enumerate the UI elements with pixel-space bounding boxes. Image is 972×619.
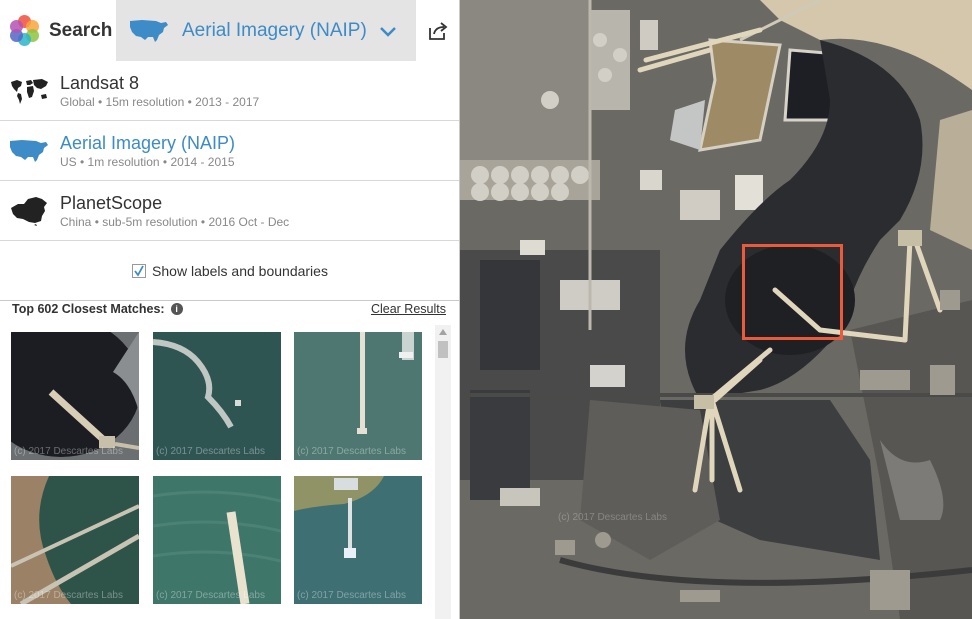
chevron-down-icon[interactable]	[375, 21, 401, 41]
descartes-logo-icon	[9, 15, 40, 46]
result-thumbnail[interactable]: (c) 2017 Descartes Labs	[11, 476, 139, 604]
share-button[interactable]	[415, 0, 459, 61]
checkmark-icon	[134, 265, 144, 277]
watermark: (c) 2017 Descartes Labs	[156, 446, 265, 457]
world-map-icon	[11, 78, 48, 104]
result-thumbnail[interactable]: (c) 2017 Descartes Labs	[153, 332, 281, 460]
map-view[interactable]: (c) 2017 Descartes Labs	[460, 0, 972, 619]
layer-description: US • 1m resolution • 2014 - 2015	[60, 154, 235, 169]
results-grid: (c) 2017 Descartes Labs (c) 2017 Descart…	[11, 332, 426, 619]
result-thumbnail[interactable]: (c) 2017 Descartes Labs	[294, 332, 422, 460]
results-header: Top 602 Closest Matches: i Clear Results	[12, 301, 446, 317]
usa-map-icon	[10, 139, 48, 162]
clear-results-link[interactable]: Clear Results	[371, 302, 446, 316]
watermark: (c) 2017 Descartes Labs	[297, 446, 406, 457]
result-thumbnail[interactable]: (c) 2017 Descartes Labs	[153, 476, 281, 604]
top-bar: Search Aerial Imagery (NAIP)	[0, 0, 459, 61]
sidebar-panel: Search Aerial Imagery (NAIP) Landsat 8 G…	[0, 0, 460, 619]
layer-option-landsat[interactable]: Landsat 8 Global • 15m resolution • 2013…	[0, 61, 459, 121]
map-watermark: (c) 2017 Descartes Labs	[558, 512, 667, 523]
imagery-selector[interactable]: Aerial Imagery (NAIP)	[116, 0, 415, 61]
china-map-icon	[11, 196, 47, 226]
info-icon[interactable]: i	[170, 303, 183, 315]
watermark: (c) 2017 Descartes Labs	[297, 590, 406, 601]
result-thumbnail[interactable]: (c) 2017 Descartes Labs	[11, 332, 139, 460]
scrollbar-thumb[interactable]	[438, 341, 448, 358]
watermark: (c) 2017 Descartes Labs	[156, 590, 265, 601]
search-button[interactable]: Search	[0, 0, 116, 61]
result-thumbnail[interactable]: (c) 2017 Descartes Labs	[294, 476, 422, 604]
share-icon	[429, 21, 448, 40]
layer-name: Aerial Imagery (NAIP)	[60, 132, 236, 153]
labels-toggle-row: Show labels and boundaries	[0, 241, 459, 301]
results-title: Top 602 Closest Matches:	[12, 302, 165, 316]
show-labels-checkbox[interactable]	[132, 263, 147, 278]
watermark: (c) 2017 Descartes Labs	[14, 446, 123, 457]
aerial-imagery	[460, 0, 972, 619]
layer-name: Landsat 8	[60, 72, 140, 93]
layer-option-planetscope[interactable]: PlanetScope China • sub-5m resolution • …	[0, 181, 459, 241]
search-label: Search	[49, 19, 113, 41]
query-selection-box[interactable]	[742, 244, 843, 340]
selected-layer-label: Aerial Imagery (NAIP)	[182, 19, 367, 41]
layer-name: PlanetScope	[60, 192, 163, 213]
usa-map-icon	[130, 19, 168, 42]
app: Search Aerial Imagery (NAIP) Landsat 8 G…	[0, 0, 972, 619]
results-scrollbar[interactable]	[435, 325, 451, 619]
layer-option-naip[interactable]: Aerial Imagery (NAIP) US • 1m resolution…	[0, 121, 459, 181]
watermark: (c) 2017 Descartes Labs	[14, 590, 123, 601]
layer-description: Global • 15m resolution • 2013 - 2017	[60, 94, 260, 109]
layer-description: China • sub-5m resolution • 2016 Oct - D…	[60, 214, 290, 229]
show-labels-label[interactable]: Show labels and boundaries	[152, 263, 328, 279]
scroll-up-arrow-icon[interactable]	[435, 325, 451, 339]
